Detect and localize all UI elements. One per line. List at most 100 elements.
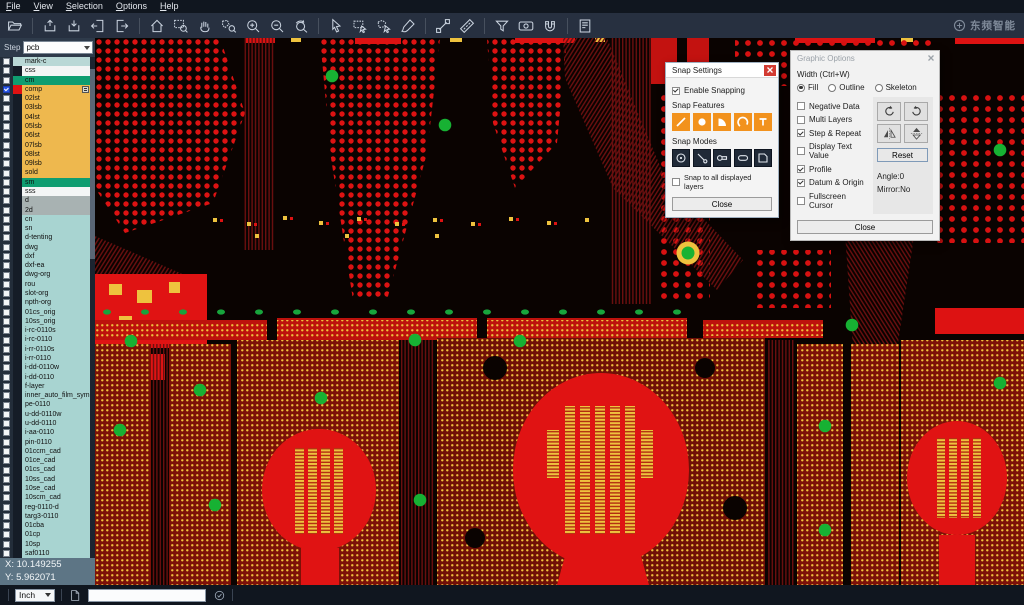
reset-button[interactable]: Reset xyxy=(877,148,928,162)
snap-mode-point-button[interactable] xyxy=(693,149,711,167)
report-list-button[interactable] xyxy=(574,15,596,36)
measure-distance-button[interactable] xyxy=(432,15,454,36)
snap-feature-pad-button[interactable] xyxy=(693,113,711,131)
layer-visibility-checkbox[interactable] xyxy=(3,448,10,455)
layer-visibility-checkbox[interactable] xyxy=(3,281,10,288)
layer-visibility-checkbox[interactable] xyxy=(3,188,10,195)
layer-row-10ss_cad[interactable]: 10ss_cad xyxy=(0,475,90,484)
layer-visibility-checkbox[interactable] xyxy=(3,253,10,260)
layer-visibility-checkbox[interactable] xyxy=(3,522,10,529)
layer-visibility-checkbox[interactable] xyxy=(3,179,10,186)
snap-feature-line-button[interactable] xyxy=(672,113,690,131)
layer-row-npth-org[interactable]: npth-org xyxy=(0,298,90,307)
layer-row-01ce_cad[interactable]: 01ce_cad xyxy=(0,456,90,465)
layer-visibility-checkbox[interactable] xyxy=(3,95,10,102)
flip-vertical-button[interactable] xyxy=(904,124,928,143)
zoom-polygon-button[interactable] xyxy=(218,15,240,36)
layer-visibility-checkbox[interactable] xyxy=(3,170,10,177)
select-pointer-button[interactable] xyxy=(325,15,347,36)
negative-data-checkbox[interactable]: Negative Data xyxy=(797,102,869,111)
layer-row-cm[interactable]: cm xyxy=(0,76,90,85)
layer-visibility-checkbox[interactable] xyxy=(3,476,10,483)
zoom-previous-button[interactable] xyxy=(290,15,312,36)
layer-row-05lsb[interactable]: 05lsb xyxy=(0,122,90,131)
layer-row-01cp[interactable]: 01cp xyxy=(0,530,90,539)
flip-horizontal-button[interactable] xyxy=(877,124,901,143)
layer-row-2d[interactable]: 2d xyxy=(0,206,90,215)
graphic-close-button[interactable]: Close xyxy=(797,220,933,234)
layer-row-mark-c[interactable]: mark-c xyxy=(0,57,90,66)
layer-visibility-checkbox[interactable] xyxy=(3,272,10,279)
save-down-button[interactable] xyxy=(63,15,85,36)
snap-mode-slot-button[interactable] xyxy=(734,149,752,167)
layer-row-i-dd-0110[interactable]: i-dd-0110 xyxy=(0,373,90,382)
layer-row-i-rc-0110s[interactable]: i-rc-0110s xyxy=(0,326,90,335)
layer-visibility-checkbox[interactable] xyxy=(3,299,10,306)
layer-visibility-checkbox[interactable] xyxy=(3,151,10,158)
layer-row-cn[interactable]: cn xyxy=(0,215,90,224)
layer-row-i-dd-0110w[interactable]: i-dd-0110w xyxy=(0,363,90,372)
graphic-dialog-title-bar[interactable]: Graphic Options xyxy=(791,51,939,65)
layer-visibility-checkbox[interactable] xyxy=(3,216,10,223)
layer-visibility-checkbox[interactable] xyxy=(3,77,10,84)
snap-dialog-close-icon[interactable] xyxy=(764,65,776,76)
layer-row-saf0110[interactable]: saf0110 xyxy=(0,549,90,558)
layer-row-f-layer[interactable]: f-layer xyxy=(0,382,90,391)
layer-row-d-tenting[interactable]: d-tenting xyxy=(0,233,90,242)
layer-row-pin-0110[interactable]: pin-0110 xyxy=(0,438,90,447)
layer-visibility-checkbox[interactable] xyxy=(3,318,10,325)
layer-row-01cs_orig[interactable]: 01cs_orig xyxy=(0,308,90,317)
profile-checkbox[interactable]: Profile xyxy=(797,165,869,174)
width-radio-outline[interactable]: Outline xyxy=(828,83,864,92)
layer-visibility-checkbox[interactable] xyxy=(3,197,10,204)
layer-visibility-checkbox[interactable] xyxy=(3,439,10,446)
layer-row-10ss_orig[interactable]: 10ss_orig xyxy=(0,317,90,326)
layer-visibility-checkbox[interactable] xyxy=(3,114,10,121)
rotate-ccw-button[interactable] xyxy=(904,102,928,121)
layer-visibility-checkbox[interactable] xyxy=(3,58,10,65)
zoom-out-button[interactable] xyxy=(266,15,288,36)
layer-visibility-checkbox[interactable] xyxy=(3,142,10,149)
width-radio-skeleton[interactable]: Skeleton xyxy=(875,83,917,92)
layer-visibility-checkbox[interactable] xyxy=(3,550,10,557)
layer-row-10sp[interactable]: 10sp xyxy=(0,540,90,549)
layer-visibility-checkbox[interactable] xyxy=(3,290,10,297)
layer-row-css[interactable]: css xyxy=(0,66,90,75)
layer-row-targ3-0110[interactable]: targ3-0110 xyxy=(0,512,90,521)
layer-visibility-checkbox[interactable] xyxy=(3,513,10,520)
layer-visibility-checkbox[interactable] xyxy=(3,504,10,511)
layer-row-sold[interactable]: sold xyxy=(0,168,90,177)
fullscreen-cursor-checkbox[interactable]: Fullscreen Cursor xyxy=(797,192,869,210)
snap-mode-center-button[interactable] xyxy=(672,149,690,167)
menu-file[interactable]: File xyxy=(6,0,21,13)
layer-visibility-checkbox[interactable] xyxy=(3,467,10,474)
snap-mode-region-button[interactable] xyxy=(754,149,772,167)
export-file-button[interactable] xyxy=(111,15,133,36)
layer-visibility-checkbox[interactable] xyxy=(3,402,10,409)
layer-visibility-checkbox[interactable] xyxy=(3,383,10,390)
layer-visibility-checkbox[interactable] xyxy=(3,327,10,334)
layer-visibility-checkbox[interactable] xyxy=(3,531,10,538)
layer-row-06lst[interactable]: 06lst xyxy=(0,131,90,140)
note-button[interactable] xyxy=(68,588,82,602)
highlight-brush-button[interactable] xyxy=(397,15,419,36)
layer-visibility-checkbox[interactable] xyxy=(3,355,10,362)
layer-row-01cba[interactable]: 01cba xyxy=(0,521,90,530)
layer-visibility-checkbox[interactable] xyxy=(3,309,10,316)
layer-visibility-checkbox[interactable] xyxy=(3,123,10,130)
snap-feature-arc-button[interactable] xyxy=(734,113,752,131)
menu-selection[interactable]: Selection xyxy=(66,0,103,13)
layer-row-i-rr-0110[interactable]: i-rr-0110 xyxy=(0,354,90,363)
layer-row-04lst[interactable]: 04lst xyxy=(0,113,90,122)
layer-row-rou[interactable]: rou xyxy=(0,280,90,289)
width-radio-fill[interactable]: Fill xyxy=(797,83,818,92)
layer-visibility-checkbox[interactable] xyxy=(3,337,10,344)
layer-visibility-checkbox[interactable] xyxy=(3,262,10,269)
measure-ruler-button[interactable] xyxy=(456,15,478,36)
layer-row-pe-0110[interactable]: pe-0110 xyxy=(0,400,90,409)
open-folder-button[interactable] xyxy=(4,15,26,36)
layer-visibility-checkbox[interactable] xyxy=(3,244,10,251)
layer-row-dwg-org[interactable]: dwg-org xyxy=(0,270,90,279)
layer-row-d[interactable]: d xyxy=(0,196,90,205)
layer-row-dxf-ea[interactable]: dxf-ea xyxy=(0,261,90,270)
